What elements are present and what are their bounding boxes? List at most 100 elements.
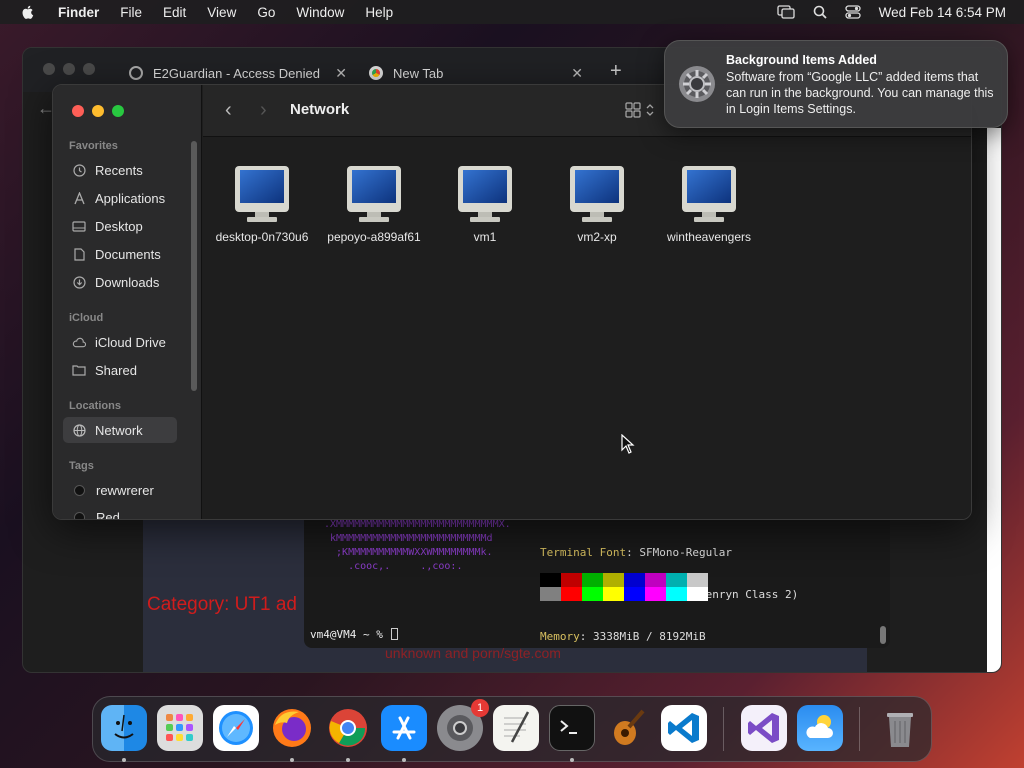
dock-textedit[interactable] [493, 705, 539, 751]
notification-title: Background Items Added [726, 53, 877, 67]
close-tab-icon[interactable]: ✕ [571, 65, 583, 82]
terminal-window[interactable]: .XMMMMMMMMMMMMMMMMMMMMMMMMMMMX. kMMMMMMM… [304, 500, 890, 648]
sidebar-item-downloads[interactable]: Downloads [63, 269, 177, 295]
apple-logo-icon[interactable] [20, 4, 36, 20]
color-swatch [624, 573, 645, 587]
info-key: Terminal Font [540, 546, 627, 559]
dock-app-store[interactable] [381, 705, 427, 751]
chrome-icon [329, 709, 367, 747]
sidebar-tag-red[interactable]: Red [63, 504, 177, 519]
sidebar-header-tags: Tags [69, 460, 94, 472]
browser-traffic-lights[interactable] [43, 63, 95, 75]
sidebar-scrollbar[interactable] [191, 141, 197, 391]
sidebar-header-locations: Locations [69, 400, 121, 412]
dock-separator [859, 707, 860, 751]
guitar-icon [614, 709, 645, 745]
computer-monitor-icon [347, 166, 401, 222]
dock-firefox[interactable] [269, 705, 315, 751]
dock-terminal[interactable] [549, 705, 595, 751]
menu-view[interactable]: View [207, 5, 236, 20]
dock-chrome[interactable] [325, 705, 371, 751]
menu-file[interactable]: File [120, 5, 142, 20]
close-button[interactable] [72, 105, 84, 117]
color-swatch [582, 573, 603, 587]
zoom-button[interactable] [112, 105, 124, 117]
sidebar-header-favorites: Favorites [69, 140, 118, 152]
dock-finder[interactable] [101, 705, 147, 751]
dock-garageband[interactable] [605, 705, 651, 751]
new-tab-button[interactable]: + [610, 60, 622, 83]
notification-banner[interactable]: Background Items Added Software from “Go… [664, 40, 1008, 128]
menu-go[interactable]: Go [257, 5, 275, 20]
color-swatch [645, 587, 666, 601]
clock[interactable]: Wed Feb 14 6:54 PM [879, 5, 1006, 20]
menu-help[interactable]: Help [365, 5, 393, 20]
menu-edit[interactable]: Edit [163, 5, 186, 20]
shared-folder-icon [72, 363, 86, 377]
sidebar-item-icloud-drive[interactable]: iCloud Drive [63, 329, 177, 355]
dock-weather[interactable] [797, 705, 843, 751]
terminal-scrollbar[interactable] [880, 626, 886, 644]
back-chevron-icon[interactable]: ‹ [225, 99, 232, 122]
sidebar-item-label: Downloads [95, 274, 160, 290]
computer-monitor-icon [235, 166, 289, 222]
sidebar-item-label: Recents [95, 162, 143, 178]
icon-view-grid-icon[interactable] [625, 102, 657, 118]
running-indicator-dot [402, 758, 406, 762]
dock: 1 [92, 696, 932, 762]
minimize-button[interactable] [92, 105, 104, 117]
tab-label: New Tab [393, 65, 444, 81]
color-palette [540, 573, 708, 601]
computer-monitor-icon [570, 166, 624, 222]
menu-bar: Finder File Edit View Go Window Help Wed… [0, 0, 1024, 24]
dock-trash[interactable] [877, 705, 923, 751]
host-label: desktop-0n730u6 [215, 230, 309, 244]
shell-prompt[interactable]: vm4@VM4 ~ % [310, 628, 399, 641]
dock-safari[interactable] [213, 705, 259, 751]
network-host[interactable]: wintheavengers [653, 164, 765, 244]
menu-app-name[interactable]: Finder [58, 5, 99, 20]
sidebar-item-recents[interactable]: Recents [63, 157, 177, 183]
running-indicator-dot [122, 758, 126, 762]
host-label: pepoyo-a899af61 [327, 230, 421, 244]
finder-sidebar: Favorites Recents Applications Desktop D… [53, 85, 202, 519]
color-swatch [582, 587, 603, 601]
spotlight-search-icon[interactable] [813, 5, 827, 19]
forward-chevron-icon[interactable]: › [260, 99, 267, 122]
status-area: Wed Feb 14 6:54 PM [777, 5, 1006, 20]
sidebar-item-applications[interactable]: Applications [63, 185, 177, 211]
desktop-icon [72, 219, 86, 233]
network-host[interactable]: desktop-0n730u6 [206, 164, 318, 244]
window-title: Network [290, 101, 350, 118]
color-swatch [687, 587, 708, 601]
network-host[interactable]: vm2-xp [541, 164, 653, 244]
info-key: Memory [540, 630, 580, 643]
host-label: vm2-xp [577, 230, 617, 244]
sidebar-item-desktop[interactable]: Desktop [63, 213, 177, 239]
dock-visual-studio[interactable] [741, 705, 787, 751]
dock-system-settings[interactable]: 1 [437, 699, 489, 751]
sidebar-item-documents[interactable]: Documents [63, 241, 177, 267]
tag-color-dot [74, 484, 85, 496]
menu-window[interactable]: Window [296, 5, 344, 20]
clock-icon [72, 163, 86, 177]
dock-launchpad[interactable] [157, 705, 203, 751]
control-center-icon[interactable] [845, 5, 861, 19]
sidebar-item-network[interactable]: Network [63, 417, 177, 443]
screen-mirroring-icon[interactable] [777, 5, 795, 19]
color-swatch [540, 573, 561, 587]
download-icon [72, 275, 86, 289]
sidebar-tag-rewwrerer[interactable]: rewwrerer [63, 477, 177, 503]
firefox-icon [273, 709, 311, 747]
close-tab-icon[interactable]: ✕ [335, 65, 347, 82]
network-host[interactable]: vm1 [429, 164, 541, 244]
running-indicator-dot [570, 758, 574, 762]
prompt-text: vm4@VM4 ~ % [310, 628, 390, 641]
network-host[interactable]: pepoyo-a899af61 [318, 164, 430, 244]
dock-vscode[interactable] [661, 705, 707, 751]
globe-icon [72, 423, 86, 437]
sidebar-item-label: Network [95, 422, 143, 438]
notification-body: Software from “Google LLC” added items t… [726, 70, 994, 116]
category-text: Category: UT1 ad [147, 594, 297, 615]
sidebar-item-shared[interactable]: Shared [63, 357, 177, 383]
